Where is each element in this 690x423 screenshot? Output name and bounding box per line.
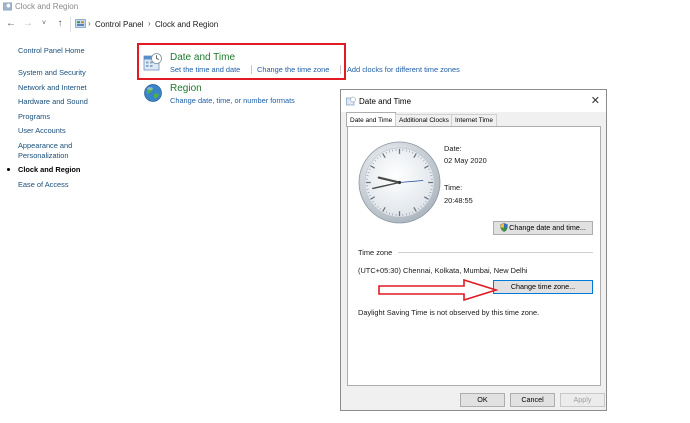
sidebar-item-programs[interactable]: Programs [18, 112, 50, 121]
control-panel-icon [75, 19, 86, 28]
up-arrow-icon[interactable]: ↑ [54, 17, 66, 31]
dst-note: Daylight Saving Time is not observed by … [358, 308, 540, 317]
change-formats-link[interactable]: Change date, time, or number formats [170, 96, 295, 105]
address-bar: ← → ˅ ↑ › Control Panel › Clock and Regi… [0, 14, 690, 34]
sidebar-item-user-accounts[interactable]: User Accounts [18, 126, 66, 135]
add-clocks-link[interactable]: Add clocks for different time zones [347, 65, 460, 74]
date-label: Date: [444, 144, 462, 153]
region-globe-icon [144, 84, 162, 102]
breadcrumb-clock-region[interactable]: Clock and Region [155, 20, 218, 29]
active-bullet-icon [7, 168, 10, 171]
annotation-arrow-icon [378, 279, 498, 301]
window-title: Clock and Region [15, 2, 79, 11]
clock-region-icon [3, 2, 12, 11]
date-time-dialog: Date and Time ✕ Date and Time Additional… [340, 89, 607, 411]
tab-panel-date-time: Date: 02 May 2020 Time: 20:48:55 Change … [347, 126, 601, 386]
timezone-value: (UTC+05:30) Chennai, Kolkata, Mumbai, Ne… [358, 266, 528, 275]
time-value: 20:48:55 [444, 196, 473, 205]
sidebar-item-network-internet[interactable]: Network and Internet [18, 83, 87, 92]
date-value: 02 May 2020 [444, 156, 487, 165]
recent-chevron-down-icon[interactable]: ˅ [38, 17, 50, 31]
sidebar-item-control-panel-home[interactable]: Control Panel Home [18, 46, 85, 55]
sidebar-item-ease-of-access[interactable]: Ease of Access [18, 180, 69, 189]
breadcrumb-chevron-icon: › [148, 19, 151, 28]
ok-button[interactable]: OK [460, 393, 505, 407]
breadcrumb[interactable]: › Control Panel › Clock and Region [70, 17, 690, 32]
timezone-heading: Time zone [358, 248, 393, 257]
sidebar-item-hardware-sound[interactable]: Hardware and Sound [18, 97, 88, 106]
change-time-zone-button[interactable]: Change time zone... [493, 280, 593, 294]
time-label: Time: [444, 183, 463, 192]
sidebar-item-clock-region[interactable]: Clock and Region [7, 165, 81, 174]
forward-arrow-icon[interactable]: → [22, 17, 34, 31]
sidebar-item-system-security[interactable]: System and Security [18, 68, 86, 77]
breadcrumb-control-panel[interactable]: Control Panel [95, 20, 143, 29]
window-titlebar: Clock and Region [0, 0, 690, 14]
change-date-time-button[interactable]: Change date and time... [493, 221, 593, 235]
back-arrow-icon[interactable]: ← [5, 17, 17, 31]
highlight-annotation-box [137, 43, 346, 80]
breadcrumb-chevron-icon: › [88, 19, 91, 28]
dialog-title: Date and Time [359, 97, 412, 106]
sidebar-item-label: Clock and Region [18, 165, 81, 174]
sidebar-item-appearance[interactable]: Appearance and [18, 141, 72, 150]
date-time-icon [346, 96, 356, 106]
timezone-divider [398, 252, 593, 253]
close-icon[interactable]: ✕ [591, 94, 600, 107]
sidebar-item-personalization[interactable]: Personalization [18, 151, 69, 160]
analog-clock [358, 141, 441, 224]
region-title[interactable]: Region [170, 83, 202, 94]
cancel-button[interactable]: Cancel [510, 393, 555, 407]
change-date-time-label: Change date and time... [509, 223, 586, 232]
tab-date-and-time[interactable]: Date and Time [346, 112, 397, 127]
apply-button[interactable]: Apply [560, 393, 605, 407]
uac-shield-icon [500, 223, 508, 232]
dialog-titlebar[interactable]: Date and Time ✕ [341, 90, 606, 112]
